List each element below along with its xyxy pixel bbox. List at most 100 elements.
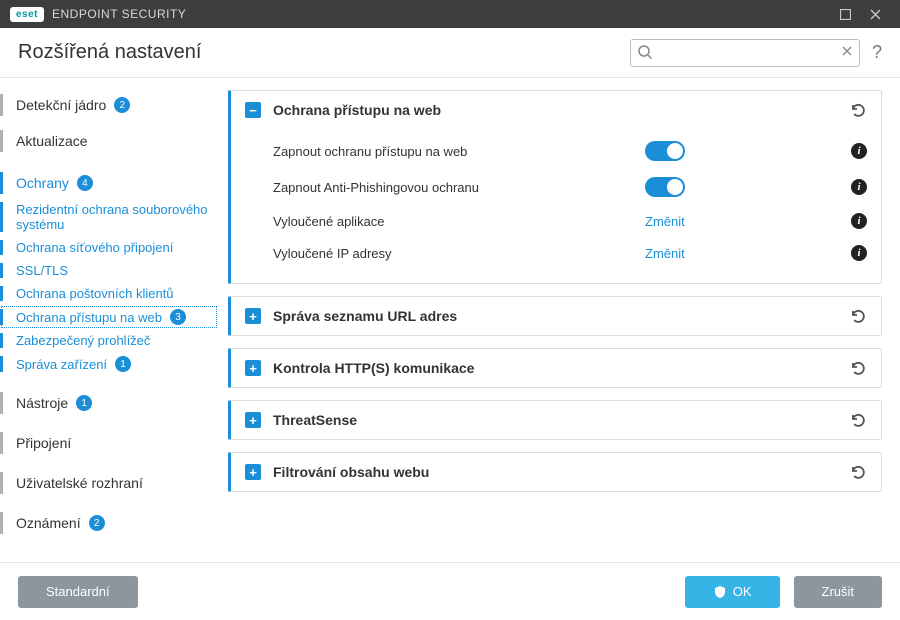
brand-text: ENDPOINT SECURITY [52, 7, 186, 21]
search-icon [637, 44, 653, 60]
row-enable-anti-phishing: Zapnout Anti-Phishingovou ochranu i [273, 169, 867, 205]
row-label: Zapnout Anti-Phishingovou ochranu [273, 180, 633, 195]
close-icon [840, 44, 854, 58]
reset-button[interactable] [849, 101, 867, 119]
default-button[interactable]: Standardní [18, 576, 138, 608]
ok-button[interactable]: OK [685, 576, 780, 608]
brand: eset ENDPOINT SECURITY [10, 7, 186, 22]
sidebar-item-label: Oznámení [16, 515, 81, 531]
panel-body: Zapnout ochranu přístupu na web i Zapnou… [231, 129, 881, 283]
cancel-button[interactable]: Zrušit [794, 576, 883, 608]
main: − Ochrana přístupu na web Zapnout ochran… [218, 78, 900, 562]
row-label: Vyloučené IP adresy [273, 246, 633, 261]
badge: 3 [170, 309, 186, 325]
search-input[interactable] [630, 39, 860, 67]
reset-button[interactable] [849, 307, 867, 325]
undo-icon [849, 359, 867, 377]
topbar: Rozšířená nastavení ? [0, 28, 900, 78]
toggle-enable-web-protection[interactable] [645, 141, 685, 161]
panel-header[interactable]: + ThreatSense [231, 401, 881, 439]
info-icon[interactable]: i [851, 179, 867, 195]
sidebar-item-connection[interactable]: Připojení [0, 428, 218, 458]
sidebar-item-label: Ochrana síťového připojení [16, 240, 173, 255]
panel-threatsense: + ThreatSense [228, 400, 882, 440]
collapse-icon: − [245, 102, 261, 118]
sidebar-item-label: Rezidentní ochrana souborového systému [16, 202, 208, 232]
edit-link[interactable]: Změnit [645, 214, 685, 229]
sidebar-item-tools[interactable]: Nástroje 1 [0, 388, 218, 418]
toggle-enable-anti-phishing[interactable] [645, 177, 685, 197]
sidebar-item-network[interactable]: Ochrana síťového připojení [0, 236, 218, 259]
sidebar-item-label: Detekční jádro [16, 97, 106, 113]
row-enable-web-protection: Zapnout ochranu přístupu na web i [273, 133, 867, 169]
button-label: OK [733, 584, 752, 599]
info-icon[interactable]: i [851, 213, 867, 229]
square-icon [840, 9, 851, 20]
badge: 2 [114, 97, 130, 113]
undo-icon [849, 411, 867, 429]
shield-icon [713, 585, 727, 599]
panel-web-content-filter: + Filtrování obsahu webu [228, 452, 882, 492]
panel-title: Filtrování obsahu webu [273, 464, 837, 480]
page-title: Rozšířená nastavení [18, 41, 201, 64]
expand-icon: + [245, 360, 261, 376]
sidebar-item-label: SSL/TLS [16, 263, 68, 278]
sidebar-item-web-access[interactable]: Ochrana přístupu na web 3 [0, 305, 218, 329]
reset-button[interactable] [849, 411, 867, 429]
footer: Standardní OK Zrušit [0, 562, 900, 620]
sidebar-item-label: Ochrana poštovních klientů [16, 286, 174, 301]
sidebar-item-device-control[interactable]: Správa zařízení 1 [0, 352, 218, 376]
info-icon[interactable]: i [851, 143, 867, 159]
panel-header[interactable]: + Správa seznamu URL adres [231, 297, 881, 335]
expand-icon: + [245, 412, 261, 428]
sidebar-item-mail[interactable]: Ochrana poštovních klientů [0, 282, 218, 305]
search-wrap [630, 39, 860, 67]
panel-title: ThreatSense [273, 412, 837, 428]
row-excluded-ips: Vyloučené IP adresy Změnit i [273, 237, 867, 269]
help-button[interactable]: ? [872, 42, 882, 63]
sidebar-item-ui[interactable]: Uživatelské rozhraní [0, 468, 218, 498]
sidebar-item-realtime-file[interactable]: Rezidentní ochrana souborového systému [0, 198, 218, 236]
brand-badge: eset [10, 7, 44, 22]
search-clear-button[interactable] [840, 44, 854, 58]
sidebar-item-protections[interactable]: Ochrany 4 [0, 168, 218, 198]
panel-header[interactable]: + Filtrování obsahu webu [231, 453, 881, 491]
button-label: Zrušit [822, 584, 855, 599]
expand-icon: + [245, 464, 261, 480]
reset-button[interactable] [849, 463, 867, 481]
undo-icon [849, 101, 867, 119]
sidebar-item-update[interactable]: Aktualizace [0, 126, 218, 156]
sidebar-item-ssl-tls[interactable]: SSL/TLS [0, 259, 218, 282]
sidebar-item-secure-browser[interactable]: Zabezpečený prohlížeč [0, 329, 218, 352]
sidebar-item-label: Připojení [16, 435, 71, 451]
close-icon [870, 9, 881, 20]
panel-url-management: + Správa seznamu URL adres [228, 296, 882, 336]
panel-header[interactable]: + Kontrola HTTP(S) komunikace [231, 349, 881, 387]
row-label: Zapnout ochranu přístupu na web [273, 144, 633, 159]
sidebar-item-label: Aktualizace [16, 133, 88, 149]
titlebar: eset ENDPOINT SECURITY [0, 0, 900, 28]
edit-link[interactable]: Změnit [645, 246, 685, 261]
body: Detekční jádro 2 Aktualizace Ochrany 4 R… [0, 78, 900, 562]
window-maximize-button[interactable] [830, 0, 860, 28]
panel-title: Správa seznamu URL adres [273, 308, 837, 324]
badge: 4 [77, 175, 93, 191]
sidebar: Detekční jádro 2 Aktualizace Ochrany 4 R… [0, 78, 218, 562]
panel-title: Ochrana přístupu na web [273, 102, 837, 118]
info-icon[interactable]: i [851, 245, 867, 261]
badge: 2 [89, 515, 105, 531]
reset-button[interactable] [849, 359, 867, 377]
panel-title: Kontrola HTTP(S) komunikace [273, 360, 837, 376]
sidebar-item-label: Ochrana přístupu na web [16, 310, 162, 325]
sidebar-item-label: Uživatelské rozhraní [16, 475, 143, 491]
sidebar-item-label: Ochrany [16, 175, 69, 191]
panel-header[interactable]: − Ochrana přístupu na web [231, 91, 881, 129]
sidebar-item-notifications[interactable]: Oznámení 2 [0, 508, 218, 538]
undo-icon [849, 463, 867, 481]
window-close-button[interactable] [860, 0, 890, 28]
sidebar-item-label: Správa zařízení [16, 357, 107, 372]
button-label: Standardní [46, 584, 110, 599]
row-label: Vyloučené aplikace [273, 214, 633, 229]
expand-icon: + [245, 308, 261, 324]
sidebar-item-detection-core[interactable]: Detekční jádro 2 [0, 90, 218, 120]
